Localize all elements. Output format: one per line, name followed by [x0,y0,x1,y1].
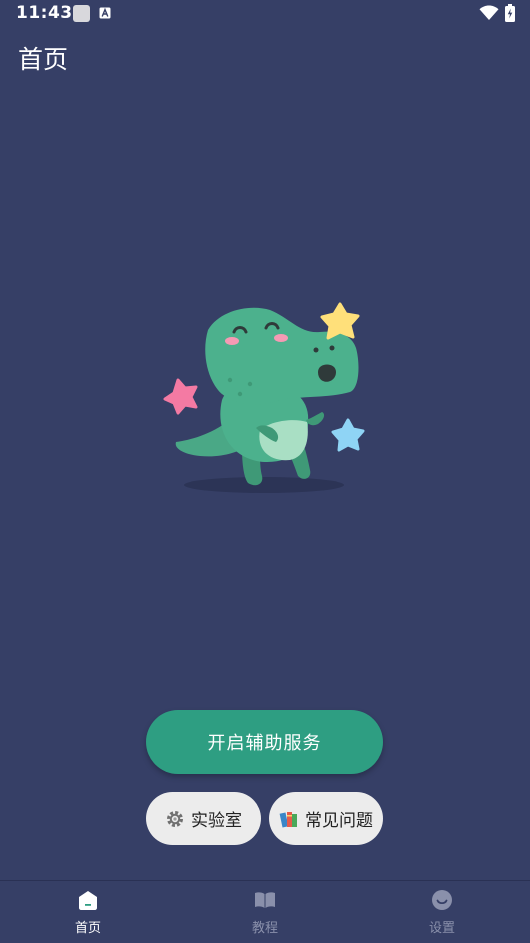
bottom-navigation: 首页 教程 设置 [0,880,530,943]
nav-item-tutorial[interactable]: 教程 [205,889,325,939]
nav-label-tutorial: 教程 [251,921,278,936]
a-badge-icon [99,7,111,19]
smiley-icon [432,890,452,910]
nav-item-settings[interactable]: 设置 [382,889,502,939]
nav-label-home: 首页 [74,921,101,936]
books-icon [279,811,297,827]
lab-button-label: 实验室 [191,811,242,831]
nav-item-home[interactable]: 首页 [28,889,148,939]
square-icon [73,5,90,22]
home-icon [79,891,97,910]
lab-button[interactable]: 实验室 [146,792,261,845]
battery-charging-icon [505,4,515,22]
status-bar: 11:43 [0,0,530,28]
faq-button[interactable]: 常见问题 [269,792,383,845]
book-icon [255,892,275,908]
page-title: 首页 [18,45,69,74]
wifi-icon [479,5,499,20]
gear-icon [167,810,183,827]
enable-accessibility-service-button[interactable]: 开启辅助服务 [146,710,383,774]
faq-button-label: 常见问题 [305,811,373,831]
nav-label-settings: 设置 [428,921,455,936]
dinosaur-mascot-illustration [163,302,365,493]
status-time: 11:43 [16,3,73,23]
